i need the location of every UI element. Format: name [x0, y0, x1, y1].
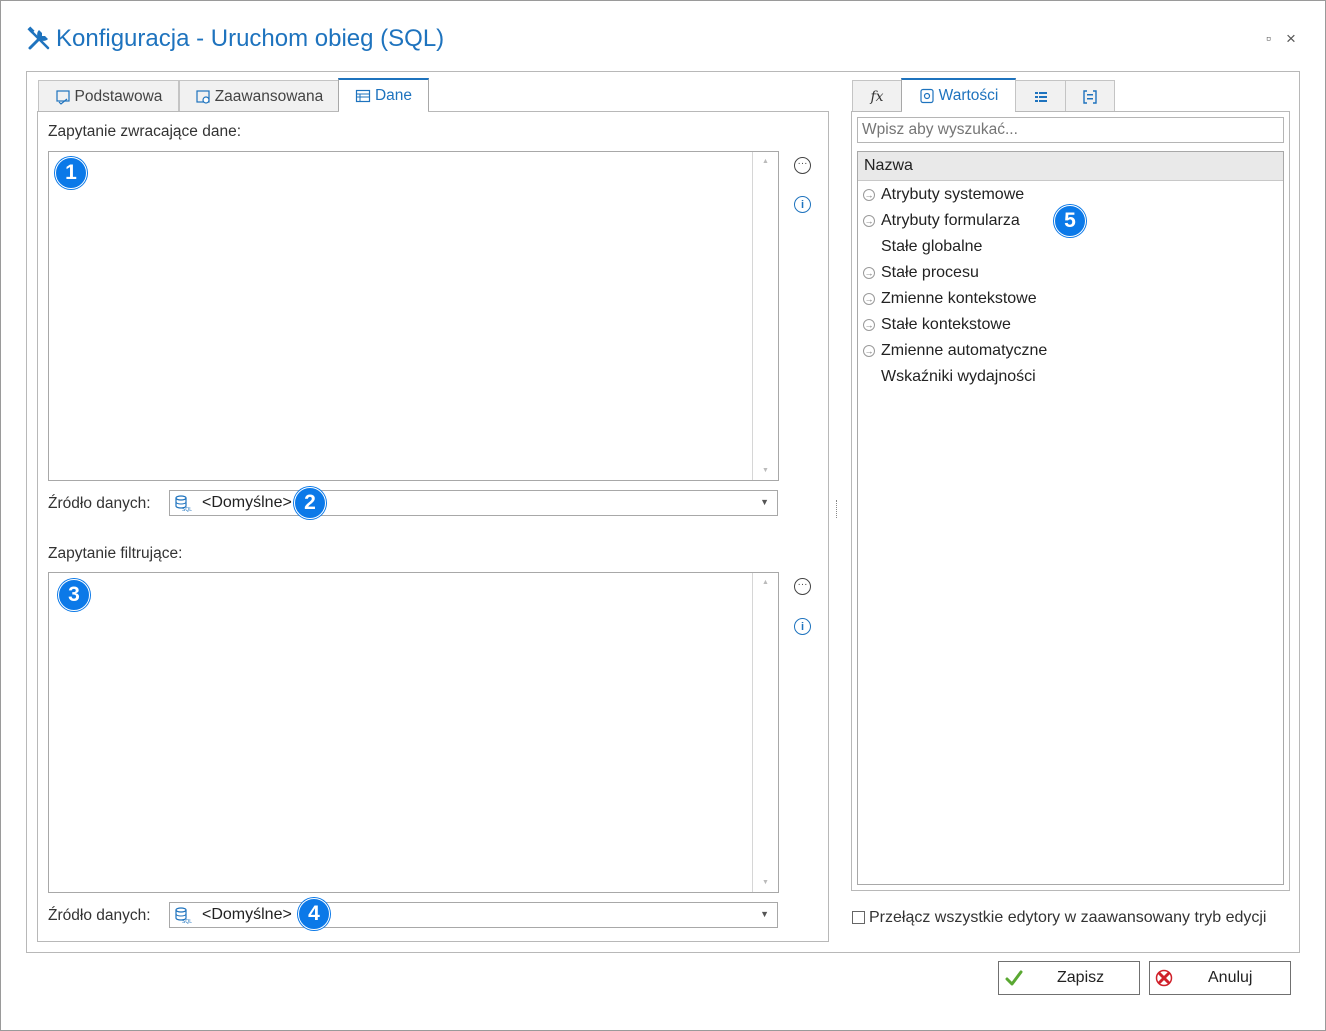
tab-zaawansowana[interactable]: Zaawansowana	[179, 80, 339, 112]
svg-text:SQL: SQL	[182, 507, 192, 512]
tab-label: Dane	[374, 87, 413, 104]
tree-item[interactable]: → Zmienne kontekstowe	[858, 286, 1283, 312]
values-tree: Nazwa → Atrybuty systemowe → Atrybuty formu…	[857, 151, 1284, 885]
chevron-down-icon: ▼	[760, 497, 769, 507]
expand-arrow-icon[interactable]: →	[863, 319, 875, 331]
cancel-label: Anuluj	[1208, 969, 1253, 986]
filter-source-value: <Domyślne>	[202, 906, 292, 923]
tree-item-label: Zmienne automatyczne	[881, 342, 1048, 359]
info-icon[interactable]: i	[794, 618, 811, 635]
tab-label: Zaawansowana	[214, 87, 324, 105]
expand-arrow-icon[interactable]: →	[863, 189, 875, 201]
active-tab-join	[902, 110, 1015, 112]
tree-item-label: Atrybuty formularza	[881, 212, 1020, 229]
list-icon	[1034, 91, 1047, 102]
tab-function[interactable]: fx	[852, 80, 902, 112]
tree-item[interactable]: Stałe globalne	[858, 234, 1283, 260]
more-options-icon[interactable]: ···	[794, 157, 811, 174]
tree-item-label: Stałe procesu	[881, 264, 979, 281]
panel-splitter-handle[interactable]	[836, 500, 838, 518]
advanced-mode-label[interactable]: Przełącz wszystkie edytory w zaawansowan…	[869, 909, 1266, 927]
svg-text:SQL: SQL	[182, 919, 192, 924]
filter-source-label: Źródło danych:	[48, 907, 151, 924]
database-sql-icon: SQL	[175, 907, 192, 924]
tab-list[interactable]	[1015, 80, 1066, 112]
save-button[interactable]: Zapisz	[998, 961, 1140, 995]
cancel-x-icon	[1155, 969, 1173, 987]
tab-podstawowa[interactable]: Podstawowa	[38, 80, 179, 112]
search-input[interactable]	[857, 117, 1284, 143]
expand-arrow-icon[interactable]: →	[863, 293, 875, 305]
filter-source-select[interactable]: SQL <Domyślne> ▼	[169, 902, 778, 928]
maximize-icon: ▫	[1266, 30, 1271, 46]
scroll-up-icon[interactable]: ▲	[753, 158, 778, 165]
cancel-button[interactable]: Anuluj	[1149, 961, 1291, 995]
tree-item[interactable]: → Zmienne automatyczne	[858, 338, 1283, 364]
database-sql-icon: SQL	[175, 495, 192, 512]
filter-query-label: Zapytanie filtrujące:	[48, 545, 183, 562]
expand-arrow-icon[interactable]: →	[863, 267, 875, 279]
chevron-down-icon: ▼	[760, 909, 769, 919]
data-query-label: Zapytanie zwracające dane:	[48, 123, 242, 140]
callout-badge: 5	[1054, 205, 1086, 237]
expand-arrow-icon[interactable]: →	[863, 215, 875, 227]
advanced-mode-checkbox[interactable]	[852, 911, 865, 924]
column-header-name[interactable]: Nazwa	[858, 152, 1283, 181]
tree-item-label: Atrybuty systemowe	[881, 186, 1025, 203]
filter-query-editor[interactable]: ▲ ▼	[48, 572, 779, 893]
data-query-scrollbar[interactable]: ▲ ▼	[752, 152, 778, 480]
tree-item-label: Stałe globalne	[881, 238, 983, 255]
tree-item-label: Stałe kontekstowe	[881, 316, 1011, 333]
scroll-down-icon[interactable]: ▼	[753, 879, 778, 886]
more-options-icon[interactable]: ···	[794, 578, 811, 595]
info-icon[interactable]: i	[794, 196, 811, 213]
tab-wartosci[interactable]: Wartości	[901, 78, 1016, 112]
form-icon	[55, 89, 70, 105]
callout-badge: 4	[298, 898, 330, 930]
tree-item[interactable]: → Stałe procesu	[858, 260, 1283, 286]
callout-badge: 2	[294, 487, 326, 519]
callout-badge: 1	[55, 157, 87, 189]
callout-badge: 3	[58, 579, 90, 611]
app-tools-icon	[26, 26, 52, 52]
data-query-editor[interactable]: ▲ ▼	[48, 151, 779, 481]
tab-label: Podstawowa	[74, 87, 163, 105]
data-source-label: Źródło danych:	[48, 495, 151, 512]
data-source-value: <Domyślne>	[202, 494, 292, 511]
bracket-icon	[1083, 89, 1097, 104]
values-icon	[920, 88, 934, 104]
close-button[interactable]: ×	[1286, 29, 1296, 49]
tab-label: Wartości	[938, 87, 999, 104]
expand-arrow-icon[interactable]: →	[863, 345, 875, 357]
active-tab-join	[339, 110, 428, 112]
tree-item-label: Wskaźniki wydajności	[881, 368, 1036, 385]
tree-item-label: Zmienne kontekstowe	[881, 290, 1037, 307]
settings-form-icon	[196, 89, 210, 104]
maximize-button[interactable]: ▫	[1266, 30, 1271, 46]
save-label: Zapisz	[1057, 969, 1105, 986]
scroll-up-icon[interactable]: ▲	[753, 579, 778, 586]
data-source-select[interactable]: SQL <Domyślne> ▼	[169, 490, 778, 516]
table-icon	[355, 89, 371, 103]
tree-item[interactable]: → Stałe kontekstowe	[858, 312, 1283, 338]
tab-brackets[interactable]	[1065, 80, 1115, 112]
scroll-down-icon[interactable]: ▼	[753, 467, 778, 474]
checkmark-icon	[1005, 970, 1023, 986]
window-title: Konfiguracja - Uruchom obieg (SQL)	[56, 25, 445, 52]
tree-item[interactable]: Wskaźniki wydajności	[858, 364, 1283, 390]
tab-dane[interactable]: Dane	[338, 78, 429, 112]
filter-query-scrollbar[interactable]: ▲ ▼	[752, 573, 778, 892]
function-icon: fx	[870, 88, 884, 105]
close-icon: ×	[1286, 29, 1296, 48]
